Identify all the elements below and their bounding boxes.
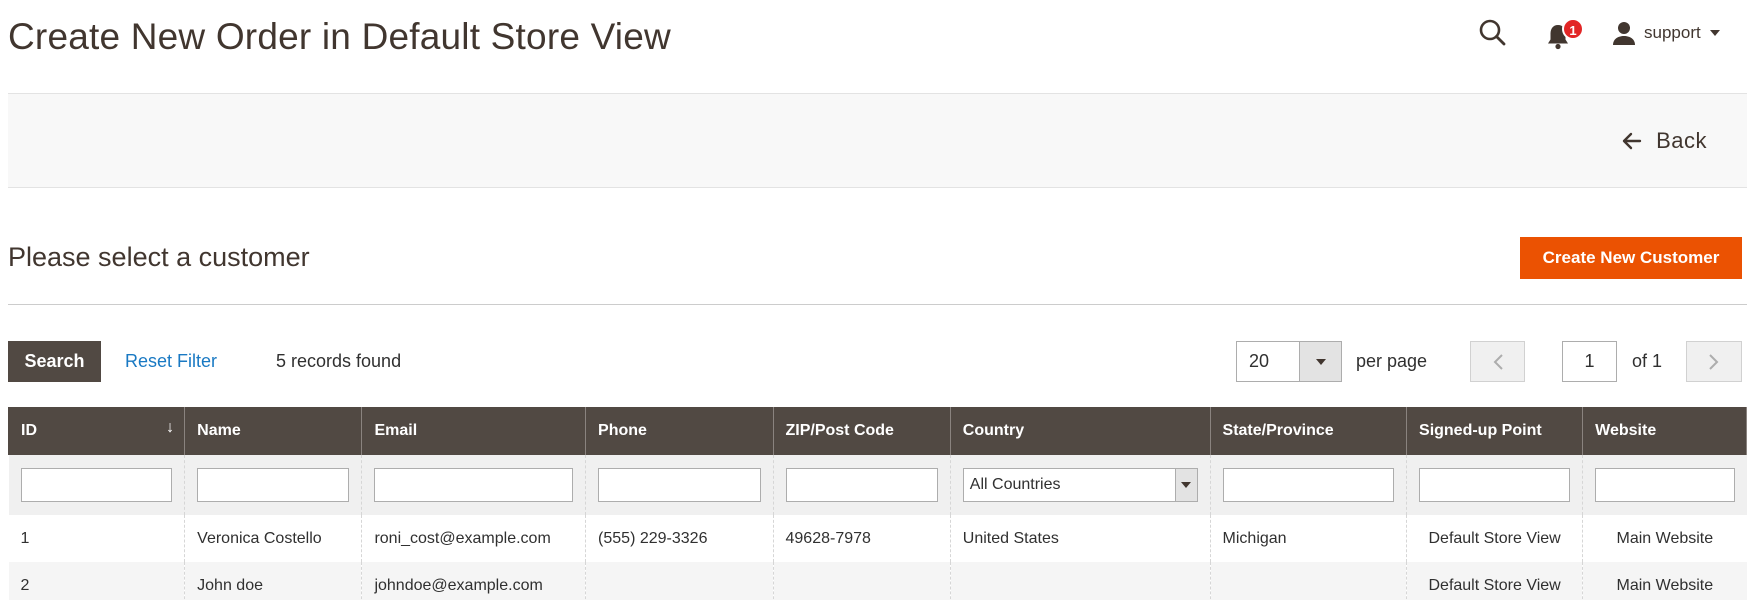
cell-website: Main Website xyxy=(1582,515,1747,562)
column-header-email[interactable]: Email xyxy=(361,407,587,455)
cell-signed-up-point: Default Store View xyxy=(1406,562,1583,600)
reset-filter-link[interactable]: Reset Filter xyxy=(125,351,217,372)
cell-email: roni_cost@example.com xyxy=(361,515,586,562)
grid-filter-row: All Countries xyxy=(8,455,1747,515)
cell-name: John doe xyxy=(184,562,362,600)
chevron-right-icon xyxy=(1709,353,1719,370)
user-name: support xyxy=(1644,23,1701,42)
column-header-zip[interactable]: ZIP/Post Code xyxy=(772,407,951,455)
cell-website: Main Website xyxy=(1582,562,1747,600)
zip-filter-input[interactable] xyxy=(785,468,938,502)
phone-filter-input[interactable] xyxy=(598,468,761,502)
section-title: Please select a customer xyxy=(8,242,310,272)
table-row[interactable]: 2 John doe johndoe@example.com Default S… xyxy=(8,562,1747,600)
column-header-country[interactable]: Country xyxy=(949,407,1211,455)
column-header-state[interactable]: State/Province xyxy=(1209,407,1408,455)
cell-phone: (555) 229-3326 xyxy=(585,515,773,562)
cell-state: Michigan xyxy=(1209,515,1407,562)
cell-email: johndoe@example.com xyxy=(361,562,586,600)
column-header-phone[interactable]: Phone xyxy=(585,407,774,455)
cell-country: United States xyxy=(949,515,1211,562)
country-filter-select[interactable]: All Countries xyxy=(962,468,1198,502)
back-button[interactable]: Back xyxy=(1622,128,1707,154)
column-header-signed-up-point[interactable]: Signed-up Point xyxy=(1406,407,1584,455)
notification-count-badge: 1 xyxy=(1562,18,1584,40)
page-title: Create New Order in Default Store View xyxy=(8,16,671,57)
email-filter-input[interactable] xyxy=(374,468,574,502)
grid-header-row: ID ↓ Name Email Phone ZIP/Post Code Count… xyxy=(7,407,1747,455)
country-filter-value: All Countries xyxy=(969,476,1061,493)
page-actions-bar: Back xyxy=(8,93,1747,188)
table-row[interactable]: 1 Veronica Costello roni_cost@example.co… xyxy=(9,515,1747,562)
sort-descending-icon: ↓ xyxy=(166,419,175,436)
cell-signed-up-point: Default Store View xyxy=(1406,515,1583,562)
page-total-label: of 1 xyxy=(1632,351,1663,371)
search-icon[interactable] xyxy=(1478,18,1508,48)
user-icon xyxy=(1613,22,1635,45)
previous-page-button[interactable] xyxy=(1470,341,1525,382)
cell-country xyxy=(949,562,1211,600)
chevron-down-icon[interactable] xyxy=(1299,342,1341,381)
arrow-left-icon xyxy=(1622,132,1642,150)
cell-zip: 49628-7978 xyxy=(772,515,951,562)
caret-down-icon xyxy=(1709,30,1720,36)
cell-phone xyxy=(585,562,773,600)
next-page-button[interactable] xyxy=(1686,341,1742,382)
column-header-website[interactable]: Website xyxy=(1582,407,1747,455)
per-page-select[interactable]: 20 xyxy=(1236,341,1342,382)
back-label: Back xyxy=(1656,128,1707,153)
chevron-left-icon xyxy=(1493,353,1503,370)
records-count: 5 records found xyxy=(276,351,402,371)
page-number-input[interactable]: 1 xyxy=(1562,341,1617,382)
state-filter-input[interactable] xyxy=(1222,468,1395,502)
signed-up-point-filter-input[interactable] xyxy=(1419,468,1571,502)
per-page-label: per page xyxy=(1356,351,1428,371)
cell-state xyxy=(1209,562,1407,600)
per-page-value: 20 xyxy=(1249,351,1270,371)
chevron-down-icon xyxy=(1174,469,1197,501)
column-header-id[interactable]: ID ↓ xyxy=(7,407,186,455)
cell-id: 1 xyxy=(20,529,30,547)
website-filter-input[interactable] xyxy=(1595,468,1735,502)
name-filter-input[interactable] xyxy=(197,468,350,502)
create-new-customer-button[interactable]: Create New Customer xyxy=(1520,237,1742,279)
id-filter-input[interactable] xyxy=(20,468,173,502)
customer-grid: ID ↓ Name Email Phone ZIP/Post Code Count… xyxy=(7,407,1747,600)
user-menu[interactable]: support xyxy=(1612,18,1721,48)
divider xyxy=(8,304,1747,305)
cell-zip xyxy=(772,562,951,600)
search-button[interactable]: Search xyxy=(8,341,101,382)
column-header-name[interactable]: Name xyxy=(184,407,363,455)
cell-name: Veronica Costello xyxy=(184,515,362,562)
cell-id: 2 xyxy=(8,562,185,600)
